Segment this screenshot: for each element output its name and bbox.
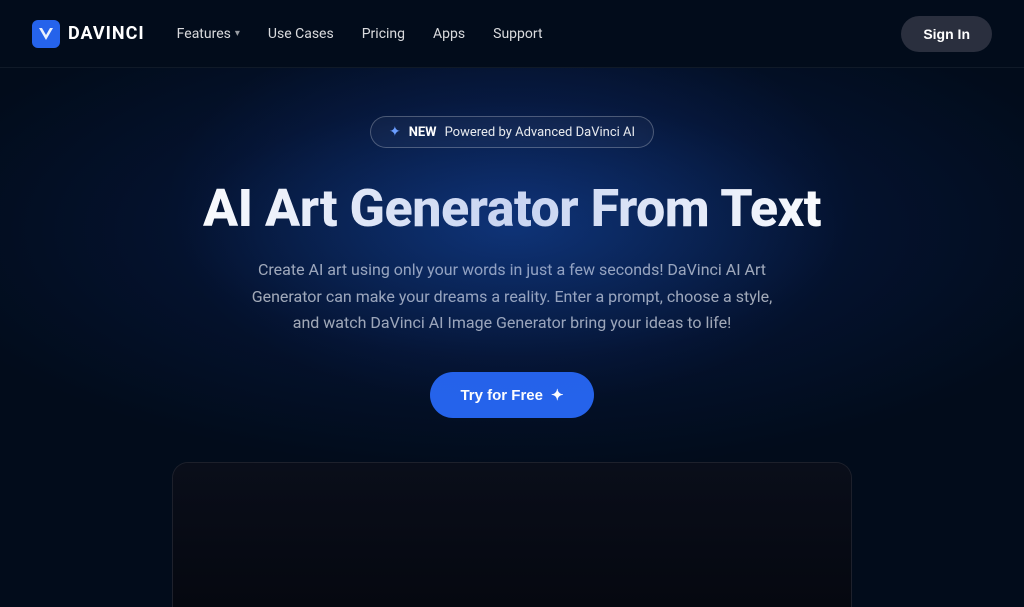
badge-text: Powered by Advanced DaVinci AI (445, 125, 635, 140)
logo[interactable]: DAVINCI (32, 20, 145, 48)
davinci-logo-icon (32, 20, 60, 48)
hero-section: ✦ NEW Powered by Advanced DaVinci AI AI … (0, 68, 1024, 607)
try-free-label: Try for Free (460, 387, 543, 404)
nav-left: DAVINCI Features ▾ Use Cases Pricing App… (32, 20, 543, 48)
nav-item-pricing[interactable]: Pricing (362, 26, 405, 42)
nav-item-use-cases[interactable]: Use Cases (268, 26, 334, 42)
app-preview-window (172, 462, 852, 607)
cta-sparkle-icon: ✦ (551, 386, 564, 404)
hero-title: AI Art Generator From Text (203, 180, 821, 237)
navbar: DAVINCI Features ▾ Use Cases Pricing App… (0, 0, 1024, 68)
badge-new-label: NEW (409, 125, 437, 140)
nav-item-apps[interactable]: Apps (433, 26, 465, 42)
new-badge: ✦ NEW Powered by Advanced DaVinci AI (370, 116, 654, 148)
hero-subtitle: Create AI art using only your words in j… (242, 257, 782, 336)
badge-sparkle-icon: ✦ (389, 124, 401, 140)
logo-text: DAVINCI (68, 23, 145, 44)
chevron-down-icon: ▾ (235, 28, 240, 39)
nav-links: Features ▾ Use Cases Pricing Apps Suppor… (177, 26, 543, 42)
sign-in-button[interactable]: Sign In (901, 16, 992, 52)
nav-item-features[interactable]: Features ▾ (177, 26, 240, 42)
try-free-button[interactable]: Try for Free ✦ (430, 372, 593, 418)
nav-item-support[interactable]: Support (493, 26, 542, 42)
